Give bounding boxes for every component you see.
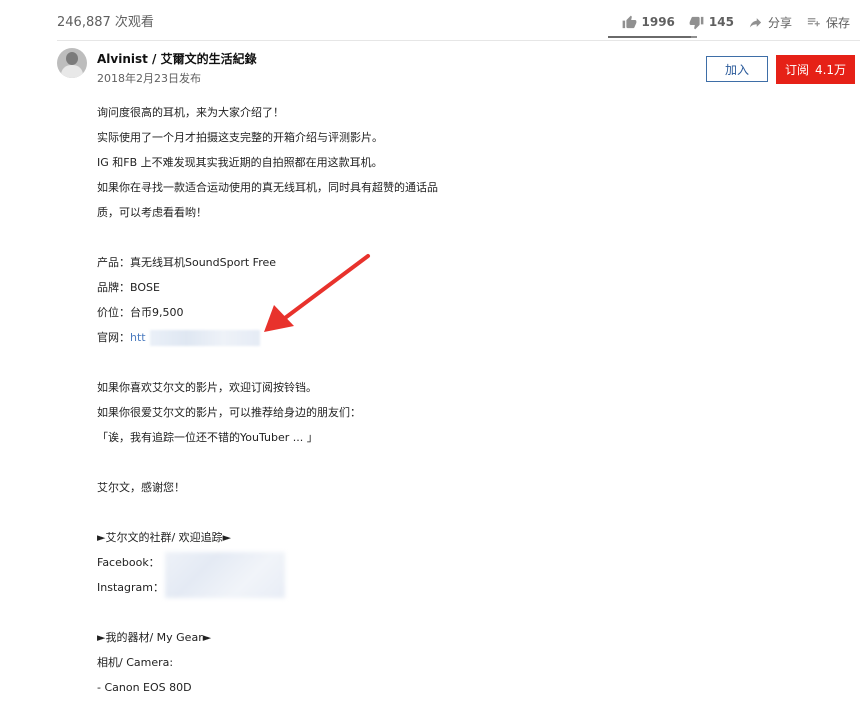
annotation-arrow [264,254,370,332]
